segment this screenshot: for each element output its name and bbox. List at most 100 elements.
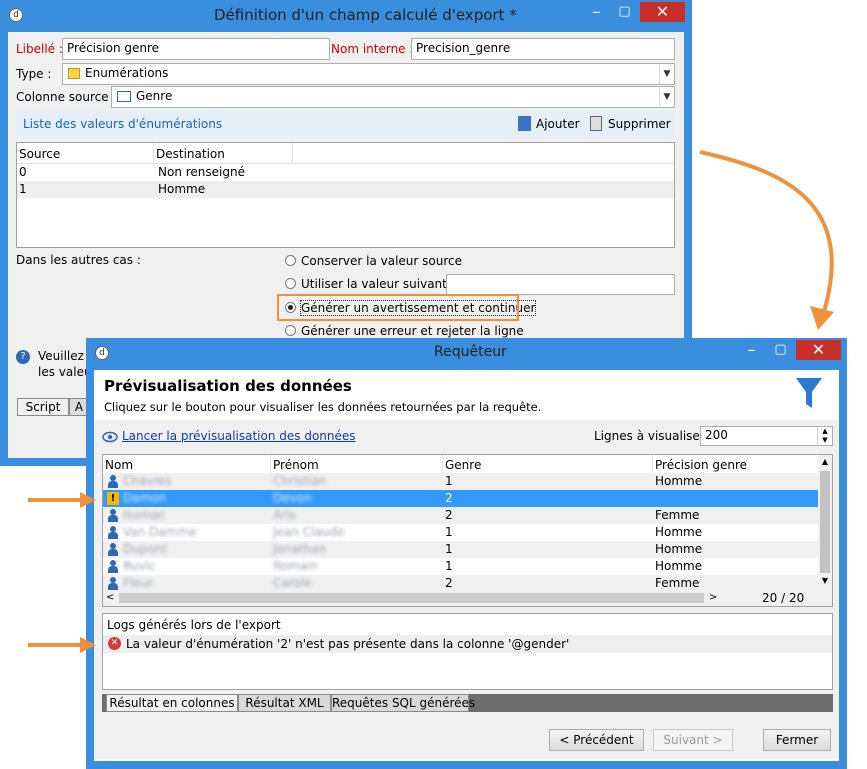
cell-prenom: Aris [273,508,296,522]
error-icon: ✕ [108,637,121,650]
spin-up-icon[interactable]: ▲ [817,427,832,436]
cell-prenom: Carole [273,576,312,590]
dialog-titlebar: d Requêteur – ▢ ✕ [86,338,847,370]
person-icon [108,543,118,556]
table-row[interactable]: ! Damon Devon 2 [103,490,819,507]
cell-genre: 1 [445,542,453,556]
source-column-value: Genre [136,89,173,103]
help-text-line1: Veuillez r [38,349,93,363]
filter-icon [796,378,822,408]
table-row[interactable]: Ruvic Romain 1 Homme [103,558,819,575]
enum-list-toolbar: Liste des valeurs d'énumérations Ajouter… [16,110,675,138]
log-message: La valeur d'énumération '2' n'est pas pr… [126,637,570,651]
option-label: Utiliser la valeur suivante : [301,277,463,291]
column-header-source[interactable]: Source [19,147,60,161]
launch-preview-link[interactable]: Lancer la prévisualisation des données [122,429,356,443]
tab-result-columns[interactable]: Résultat en colonnes [106,694,238,712]
internal-name-label: Nom interne : [331,42,414,56]
table-row[interactable]: Dupont Jonathan 1 Homme [103,541,819,558]
preview-subheading: Cliquez sur le bouton pour visualiser le… [104,400,542,414]
person-icon [108,526,118,539]
next-button[interactable]: Suivant > [653,729,733,751]
help-icon: ? [16,350,30,364]
vertical-scrollbar[interactable]: ▲ ▼ [818,455,832,590]
scroll-up-icon[interactable]: ▲ [818,457,832,469]
close-button[interactable]: ✕ [640,2,685,22]
cell-destination: Homme [158,182,206,196]
cell-precision: Femme [655,508,700,522]
cell-precision: Homme [655,474,703,488]
person-icon [108,509,118,522]
app-icon: d [9,8,23,22]
cell-prenom: Devon [273,491,312,505]
table-row[interactable]: Chavres Christian 1 Homme [103,473,819,490]
page-counter: 20 / 20 [762,591,805,605]
scroll-thumb[interactable] [820,471,830,573]
source-column-select[interactable]: Genre ▼ [111,86,675,108]
tab-script[interactable]: Script [17,398,69,416]
column-header-prenom[interactable]: Prénom [273,458,319,472]
table-row[interactable]: Van Damme Jean Claude 1 Homme [103,524,819,541]
table-row[interactable]: Isomac Aris 2 Femme [103,507,819,524]
column-header-nom[interactable]: Nom [105,458,133,472]
lines-input[interactable]: 200 ▲ ▼ [700,426,833,446]
fallback-value-input[interactable] [446,274,675,295]
eye-icon [102,431,118,443]
type-select[interactable]: Enumérations ▼ [62,63,675,85]
scroll-thumb[interactable] [119,593,704,603]
logs-title: Logs générés lors de l'export [107,618,281,632]
column-header-genre[interactable]: Genre [445,458,481,472]
table-row[interactable]: 0 Non renseigné [17,164,674,181]
cell-genre: 2 [445,508,453,522]
cell-genre: 2 [445,491,453,505]
tab-sql-queries[interactable]: Requêtes SQL générées [331,694,475,712]
option-label: Générer une erreur et rejeter la ligne [301,324,524,338]
label-input[interactable]: Précision genre [62,38,330,60]
cell-nom: Ruvic [123,559,156,573]
column-header-destination[interactable]: Destination [156,147,225,161]
previous-button[interactable]: < Précédent [549,729,644,751]
person-icon [108,560,118,573]
cell-genre: 1 [445,474,453,488]
cell-prenom: Jonathan [273,542,327,556]
cell-precision: Homme [655,559,703,573]
cell-nom: Fleur [123,576,154,590]
spin-down-icon[interactable]: ▼ [817,436,832,445]
other-cases-label: Dans les autres cas : [16,253,141,267]
type-label: Type : [16,67,52,81]
enumeration-icon [68,68,80,79]
cell-precision: Femme [655,576,700,590]
enum-list-title: Liste des valeurs d'énumérations [23,117,223,131]
person-icon [108,475,118,488]
column-icon [117,91,131,102]
cell-precision: Homme [655,525,703,539]
result-tabs: Résultat en colonnes Résultat XML Requêt… [102,694,833,712]
scroll-down-icon[interactable]: ▼ [818,576,832,588]
radio-error-reject[interactable] [285,325,296,336]
radio-keep-source[interactable] [285,255,296,266]
option-keep-source[interactable]: Conserver la valeur source [285,254,665,271]
dialog-title: Requêteur [434,344,507,360]
table-row[interactable]: 1 Homme [17,181,674,198]
internal-name-input[interactable]: Precision_genre [411,38,675,60]
type-select-value: Enumérations [85,66,169,80]
enum-table: Source Destination 0 Non renseigné 1 Hom… [16,142,675,248]
person-icon [108,577,118,590]
column-header-precision[interactable]: Précision genre [655,458,747,472]
option-use-value[interactable]: Utiliser la valeur suivante : [285,277,462,294]
close-dialog-button[interactable]: Fermer [763,729,831,751]
close-button[interactable]: ✕ [796,340,841,360]
tab-result-xml[interactable]: Résultat XML [238,694,331,712]
scroll-left-icon[interactable]: < [106,592,114,603]
radio-use-value[interactable] [285,278,296,289]
scroll-right-icon[interactable]: > [709,592,717,603]
query-editor-dialog: d Requêteur – ▢ ✕ Prévisualisation des d… [86,338,847,769]
curved-arrow [699,150,834,319]
cell-destination: Non renseigné [158,165,245,179]
cell-nom: Chavres [123,474,172,488]
dialog-body: Prévisualisation des données Cliquez sur… [94,370,839,761]
chevron-down-icon: ▼ [659,64,674,84]
add-label: Ajouter [536,117,580,131]
log-entry[interactable]: ✕ La valeur d'énumération '2' n'est pas … [103,635,832,653]
horizontal-scrollbar[interactable]: < > 20 / 20 [103,590,832,606]
